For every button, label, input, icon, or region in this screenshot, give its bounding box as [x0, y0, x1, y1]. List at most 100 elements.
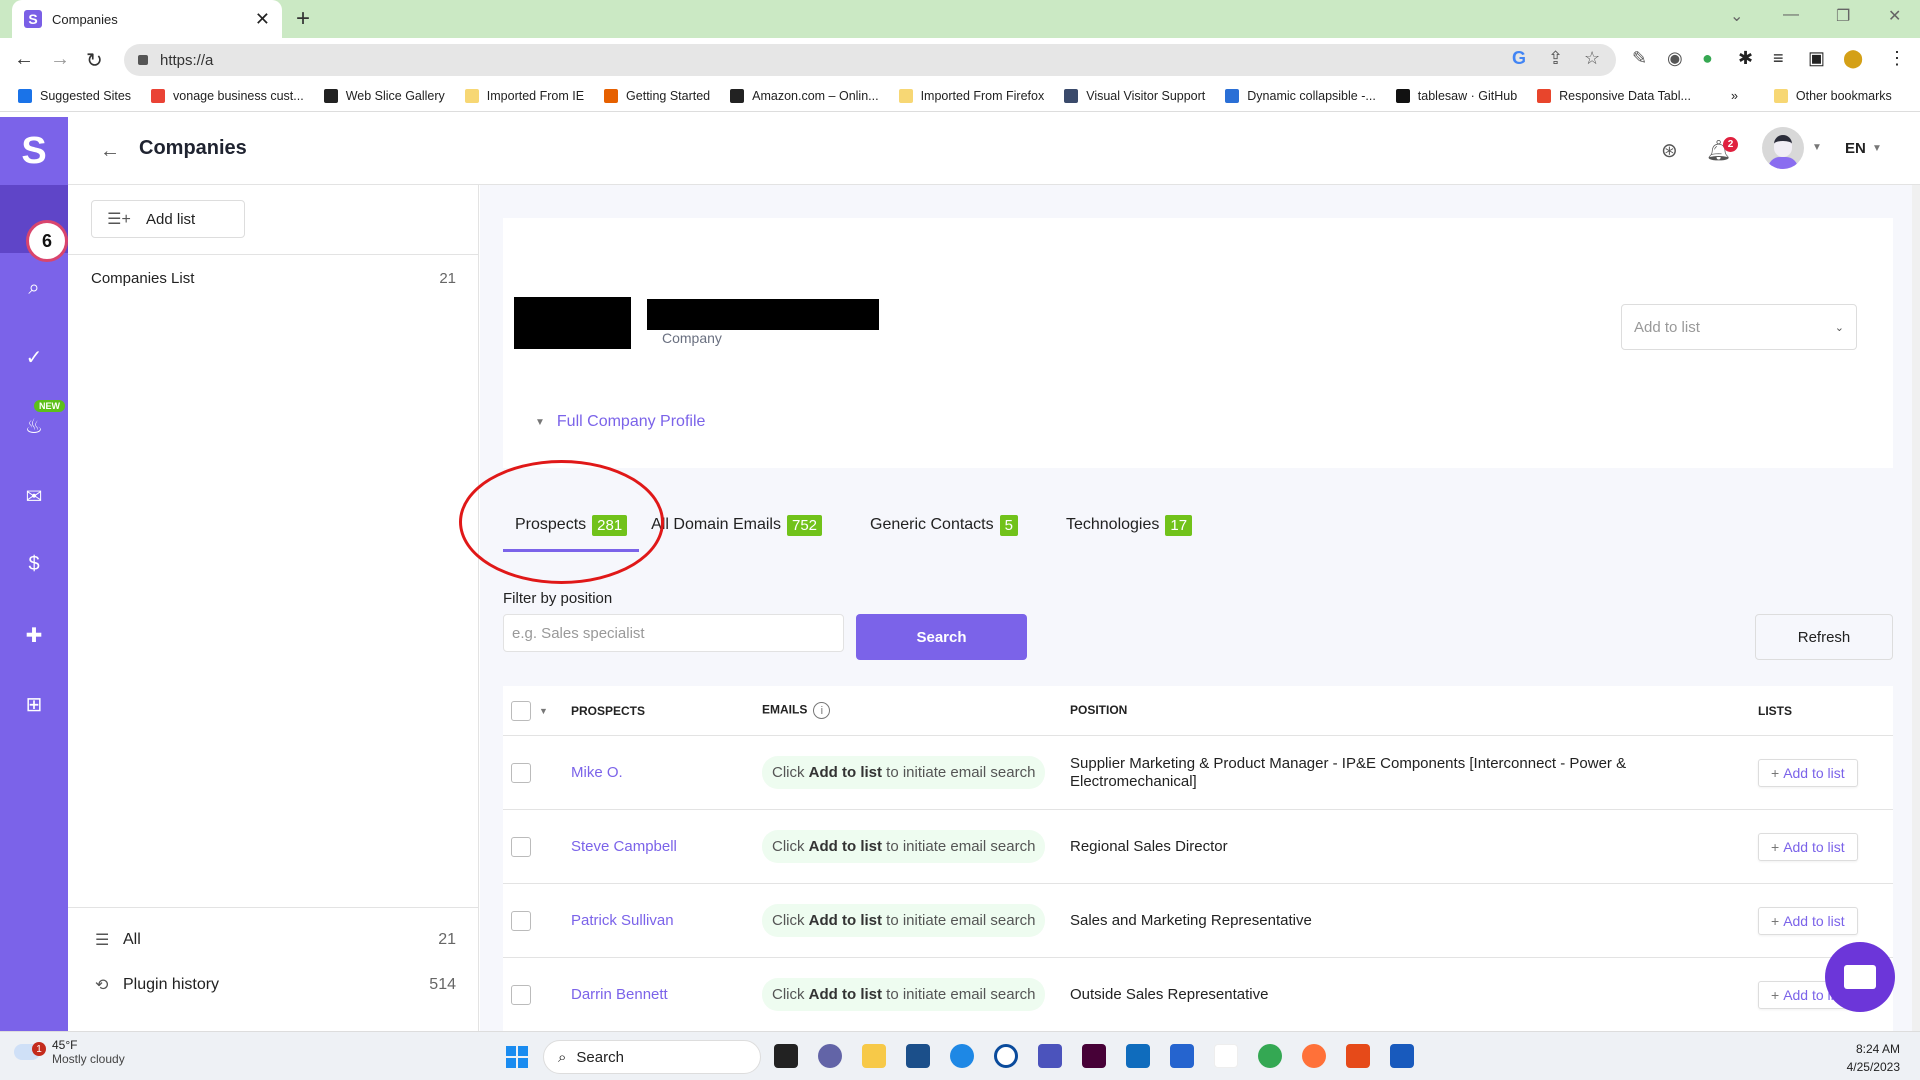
eyedropper-icon[interactable]: ✎ — [1632, 48, 1647, 69]
back-icon[interactable]: ← — [14, 48, 34, 71]
row-checkbox[interactable] — [511, 836, 531, 857]
share-icon[interactable]: ⇪ — [1548, 48, 1563, 69]
dollar-icon[interactable]: $ — [0, 553, 68, 576]
restore-icon[interactable]: ❐ — [1836, 6, 1850, 26]
reload-icon[interactable]: ↻ — [86, 48, 103, 73]
add-to-list-button[interactable]: + Add to list — [1758, 906, 1858, 935]
file-explorer-icon[interactable] — [862, 1044, 886, 1068]
tab-technologies[interactable]: Technologies 17 — [1054, 498, 1204, 552]
filter-position-input[interactable] — [503, 614, 844, 652]
add-to-list-button[interactable]: + Add to list — [1758, 832, 1858, 861]
menu-kebab-icon[interactable]: ⋮ — [1888, 48, 1906, 69]
prospect-name-link[interactable]: Mike O. — [571, 764, 762, 781]
chrome-icon[interactable] — [1258, 1044, 1282, 1068]
weather-widget[interactable]: 1 45°F Mostly cloudy — [14, 1038, 125, 1066]
taskbar-search[interactable]: ⌕ Search — [543, 1040, 761, 1074]
bookmark-item[interactable]: Suggested Sites — [18, 88, 131, 103]
bookmark-item[interactable]: tablesaw · GitHub — [1395, 88, 1517, 103]
info-icon[interactable]: i — [813, 702, 831, 719]
address-bar[interactable]: https://a — [124, 44, 1616, 76]
extensions-puzzle-icon[interactable]: ✱ — [1738, 48, 1753, 69]
chevron-down-icon[interactable]: ▼ — [1872, 143, 1882, 154]
minimize-icon[interactable]: — — [1783, 6, 1799, 24]
close-tab-icon[interactable]: ✕ — [255, 9, 270, 30]
language-selector[interactable]: EN — [1845, 140, 1866, 157]
chevron-down-icon[interactable]: ▼ — [1812, 142, 1822, 153]
tab-all-domain-emails[interactable]: All Domain Emails 752 — [639, 498, 834, 552]
prospect-name-link[interactable]: Patrick Sullivan — [571, 912, 762, 929]
bookmark-item[interactable]: Getting Started — [604, 88, 710, 103]
prospect-name-link[interactable]: Steve Campbell — [571, 838, 762, 855]
chevron-down-icon[interactable]: ▼ — [539, 706, 548, 716]
firefox-icon[interactable] — [1302, 1044, 1326, 1068]
rail-counter-badge[interactable]: 6 — [26, 220, 68, 262]
back-arrow-icon[interactable]: ← — [100, 140, 120, 163]
bookmark-item[interactable]: Web Slice Gallery — [323, 88, 445, 103]
scrollbar[interactable] — [1912, 185, 1920, 1031]
folder-icon — [464, 88, 479, 103]
row-checkbox[interactable] — [511, 762, 531, 783]
teams-icon[interactable] — [1038, 1044, 1062, 1068]
star-icon[interactable]: ☆ — [1584, 48, 1600, 69]
forward-icon[interactable]: → — [50, 48, 70, 71]
chat-widget-button[interactable] — [1825, 942, 1895, 1012]
flame-icon[interactable]: ♨ — [0, 414, 68, 439]
tab-generic-contacts[interactable]: Generic Contacts 5 — [858, 498, 1030, 552]
help-lifebuoy-icon[interactable]: ⊛ — [1661, 138, 1678, 163]
task-view-icon[interactable] — [774, 1044, 798, 1068]
add-to-list-button[interactable]: + Add to list — [1758, 758, 1858, 787]
windows-start-icon[interactable] — [506, 1046, 528, 1068]
check-circle-icon[interactable]: ✓ — [0, 345, 68, 370]
add-to-list-select[interactable]: Add to list ⌄ — [1621, 304, 1857, 350]
bookmark-item[interactable]: Imported From Firefox — [898, 88, 1044, 103]
side-panel-icon[interactable]: ▣ — [1808, 48, 1825, 69]
app-icon[interactable] — [1346, 1044, 1370, 1068]
list-item-companies[interactable]: Companies List 21 — [91, 270, 456, 287]
store-icon[interactable] — [906, 1044, 930, 1068]
robot-extension-icon[interactable]: ● — [1702, 48, 1713, 69]
1password-icon[interactable] — [994, 1044, 1018, 1068]
prospect-position: Regional Sales Director — [1070, 837, 1228, 855]
search-icon[interactable]: ⌕ — [0, 277, 68, 300]
bookmark-item[interactable]: Responsive Data Tabl... — [1537, 88, 1691, 103]
row-checkbox[interactable] — [511, 910, 531, 931]
google-icon[interactable]: G — [1512, 48, 1526, 69]
camera-icon[interactable]: ◉ — [1667, 48, 1683, 69]
browser-tab[interactable]: S Companies ✕ — [12, 0, 282, 38]
word-icon[interactable] — [1390, 1044, 1414, 1068]
avatar[interactable] — [1762, 127, 1804, 169]
app-logo[interactable]: S — [0, 117, 68, 185]
todo-icon[interactable] — [1170, 1044, 1194, 1068]
profile-badge-icon[interactable]: ⬤ — [1843, 48, 1863, 69]
bookmark-item[interactable]: Dynamic collapsible -... — [1225, 88, 1376, 103]
close-window-icon[interactable]: ✕ — [1888, 6, 1901, 26]
help-app-icon[interactable] — [950, 1044, 974, 1068]
row-checkbox[interactable] — [511, 984, 531, 1005]
dreamweaver-icon[interactable] — [1082, 1044, 1106, 1068]
select-all-checkbox[interactable] — [511, 700, 531, 721]
list-item-all[interactable]: ☰ All 21 — [95, 930, 456, 950]
full-company-profile-toggle[interactable]: ▼ Full Company Profile — [535, 413, 705, 431]
asana-icon[interactable] — [1214, 1044, 1238, 1068]
outlook-icon[interactable] — [1126, 1044, 1150, 1068]
prospect-name-link[interactable]: Darrin Bennett — [571, 986, 762, 1003]
list-item-plugin-history[interactable]: ⟲ Plugin history 514 — [95, 975, 456, 995]
apps-grid-icon[interactable]: ⊞ — [0, 692, 68, 717]
url-text: https://a — [160, 51, 214, 69]
bookmark-item[interactable]: vonage business cust... — [151, 88, 304, 103]
new-tab-button[interactable]: + — [296, 5, 310, 33]
media-queue-icon[interactable]: ≡ — [1773, 48, 1784, 69]
bookmark-item[interactable]: Imported From IE — [464, 88, 584, 103]
bookmark-item[interactable]: Visual Visitor Support — [1064, 88, 1205, 103]
search-button[interactable]: Search — [856, 614, 1027, 660]
tab-search-chevron-icon[interactable]: ⌄ — [1730, 6, 1743, 26]
other-bookmarks-folder[interactable]: Other bookmarks — [1773, 88, 1892, 103]
mail-icon[interactable]: ✉ — [0, 484, 68, 509]
refresh-button[interactable]: Refresh — [1755, 614, 1893, 660]
bookmark-item[interactable]: Amazon.com – Onlin... — [730, 88, 879, 103]
teams-chat-icon[interactable] — [818, 1044, 842, 1068]
more-bookmarks-button[interactable]: » — [1731, 89, 1738, 103]
taskbar-clock[interactable]: 8:24 AM 4/25/2023 — [1820, 1040, 1900, 1076]
add-list-button[interactable]: ☰+ Add list — [91, 200, 245, 238]
puzzle-icon[interactable]: ✚ — [0, 623, 68, 648]
